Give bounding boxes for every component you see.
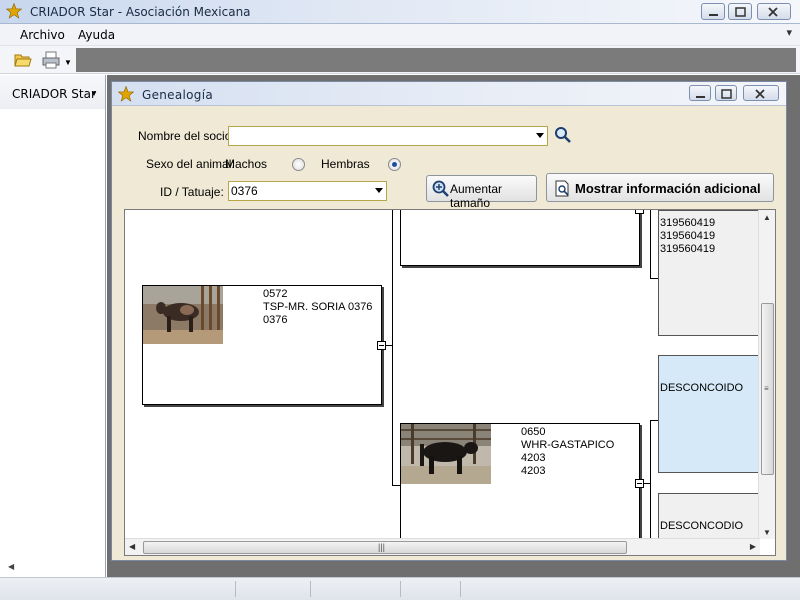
status-separator bbox=[310, 581, 311, 597]
animal-name: TSP-MR. SORIA 0376 bbox=[263, 301, 373, 313]
print-dropdown-icon[interactable]: ▼ bbox=[64, 58, 72, 67]
print-icon[interactable] bbox=[42, 51, 60, 69]
left-panel-title[interactable]: CRIADOR Star bbox=[12, 87, 96, 101]
connector-line bbox=[650, 210, 651, 278]
sexo-label: Sexo del animal: bbox=[146, 157, 235, 171]
restore-icon bbox=[735, 7, 746, 17]
toolbar: ▼ bbox=[0, 46, 800, 74]
connector-line bbox=[392, 485, 400, 486]
genealogy-tree-view[interactable]: 0572 TSP-MR. SORIA 0376 0376 0650 WHR-GA… bbox=[124, 209, 776, 556]
toolbar-empty-area bbox=[76, 48, 796, 72]
left-panel: CRIADOR Star ▼ ◀ bbox=[0, 75, 106, 577]
close-icon bbox=[768, 7, 778, 17]
genealogia-title-bar: Genealogía bbox=[112, 82, 786, 106]
document-search-icon bbox=[555, 180, 569, 197]
ancestor-card[interactable]: 319560419 319560419 319560419 bbox=[658, 210, 760, 336]
connector-line bbox=[650, 278, 658, 279]
ancestor-line: 319560419 bbox=[660, 230, 716, 242]
mostrar-info-button[interactable]: Mostrar información adicional bbox=[546, 173, 774, 202]
ancestor-info: 319560419 319560419 319560419 bbox=[660, 217, 715, 256]
animal-info: 0572 TSP-MR. SORIA 0376 0376 bbox=[263, 288, 372, 327]
sire-info: 0650 WHR-GASTAPICO 4203 4203 bbox=[521, 426, 639, 478]
restore-icon bbox=[721, 89, 732, 99]
hembras-radio[interactable] bbox=[388, 158, 401, 171]
collapse-arrow-icon[interactable]: ◀ bbox=[8, 562, 14, 571]
chevron-down-icon[interactable] bbox=[375, 188, 383, 193]
minimize-icon bbox=[709, 14, 718, 16]
scroll-right-icon[interactable]: ▶ bbox=[750, 542, 756, 551]
socio-combobox[interactable] bbox=[228, 126, 548, 146]
search-icon[interactable] bbox=[554, 126, 572, 144]
aumentar-tamano-label: Aumentar tamaño bbox=[450, 182, 503, 210]
star-app-icon bbox=[6, 3, 22, 19]
animal-tattoo: 0376 bbox=[263, 314, 288, 326]
unknown-ancestor-label: DESCONCODIO bbox=[660, 520, 744, 532]
connector-line bbox=[650, 420, 658, 421]
mostrar-info-label: Mostrar información adicional bbox=[575, 181, 761, 196]
chevron-down-icon[interactable] bbox=[536, 133, 544, 138]
sire-card[interactable]: 0650 WHR-GASTAPICO 4203 4203 bbox=[400, 423, 640, 555]
id-tatuaje-combobox[interactable]: 0376 bbox=[228, 181, 387, 201]
machos-radio[interactable] bbox=[292, 158, 305, 171]
sire-photo bbox=[401, 424, 491, 484]
zoom-icon bbox=[432, 180, 449, 197]
chevron-down-icon[interactable]: ▼ bbox=[90, 89, 98, 98]
menu-ayuda[interactable]: Ayuda bbox=[78, 28, 115, 42]
id-value: 0376 bbox=[231, 184, 258, 198]
status-separator bbox=[235, 581, 236, 597]
open-folder-icon[interactable] bbox=[14, 51, 32, 69]
aumentar-tamano-button[interactable]: Aumentar tamaño bbox=[426, 175, 537, 210]
ancestor-line: 319560419 bbox=[660, 243, 716, 255]
menu-archivo[interactable]: Archivo bbox=[20, 28, 65, 42]
connector-line bbox=[392, 210, 393, 485]
vertical-scroll-thumb[interactable]: ≡ bbox=[761, 303, 774, 475]
status-separator bbox=[400, 581, 401, 597]
sire-id: 0650 bbox=[521, 426, 546, 438]
vertical-scrollbar[interactable]: ▲ ≡ ▼ bbox=[758, 210, 775, 539]
minimize-button[interactable] bbox=[701, 3, 725, 20]
horizontal-scrollbar[interactable]: ◀ ||| ▶ bbox=[125, 538, 760, 555]
status-separator bbox=[460, 581, 461, 597]
socio-label: Nombre del socio: bbox=[138, 129, 235, 143]
animal-id: 0572 bbox=[263, 288, 288, 300]
scroll-up-icon[interactable]: ▲ bbox=[763, 213, 771, 222]
minimize-icon bbox=[696, 96, 705, 98]
sire-tattoo: 4203 bbox=[521, 465, 546, 477]
maximize-button[interactable] bbox=[728, 3, 752, 20]
collapse-node-icon[interactable] bbox=[635, 210, 644, 214]
horizontal-scroll-thumb[interactable]: ||| bbox=[143, 541, 627, 554]
grip-icon: ≡ bbox=[764, 384, 769, 393]
app-title-bar: CRIADOR Star - Asociación Mexicana bbox=[0, 0, 800, 24]
hembras-label: Hembras bbox=[321, 157, 370, 171]
genealogia-window: Genealogía Nombre del socio: Sexo del an… bbox=[111, 81, 787, 561]
collapse-node-icon[interactable] bbox=[377, 341, 386, 350]
child-maximize-button[interactable] bbox=[715, 85, 737, 101]
close-button[interactable] bbox=[757, 3, 791, 20]
collapse-node-icon[interactable] bbox=[635, 479, 644, 488]
animal-card[interactable]: 0572 TSP-MR. SORIA 0376 0376 bbox=[142, 285, 382, 405]
ancestor-line: 319560419 bbox=[660, 217, 716, 229]
dam-card[interactable] bbox=[400, 210, 640, 266]
child-minimize-button[interactable] bbox=[689, 85, 711, 101]
ancestor-card-selected[interactable]: DESCONCOIDO bbox=[658, 355, 760, 473]
animal-photo bbox=[143, 286, 223, 344]
sire-name: WHR-GASTAPICO 4203 bbox=[521, 439, 615, 464]
grip-icon: ||| bbox=[378, 542, 386, 552]
genealogia-title: Genealogía bbox=[142, 88, 214, 102]
mdi-restore-icon[interactable]: ▾ bbox=[786, 26, 792, 39]
app-title: CRIADOR Star - Asociación Mexicana bbox=[30, 5, 251, 19]
menu-bar: Archivo Ayuda ▾ bbox=[0, 24, 800, 46]
status-bar bbox=[0, 577, 800, 600]
unknown-ancestor-label: DESCONCOIDO bbox=[660, 382, 744, 394]
star-window-icon bbox=[118, 86, 134, 102]
scroll-left-icon[interactable]: ◀ bbox=[129, 542, 135, 551]
scroll-down-icon[interactable]: ▼ bbox=[763, 528, 771, 537]
close-icon bbox=[755, 89, 765, 99]
id-label: ID / Tatuaje: bbox=[160, 185, 224, 199]
child-close-button[interactable] bbox=[743, 85, 779, 101]
connector-line bbox=[650, 420, 651, 550]
machos-label: Machos bbox=[225, 157, 268, 171]
left-panel-header[interactable]: CRIADOR Star ▼ bbox=[0, 75, 105, 109]
